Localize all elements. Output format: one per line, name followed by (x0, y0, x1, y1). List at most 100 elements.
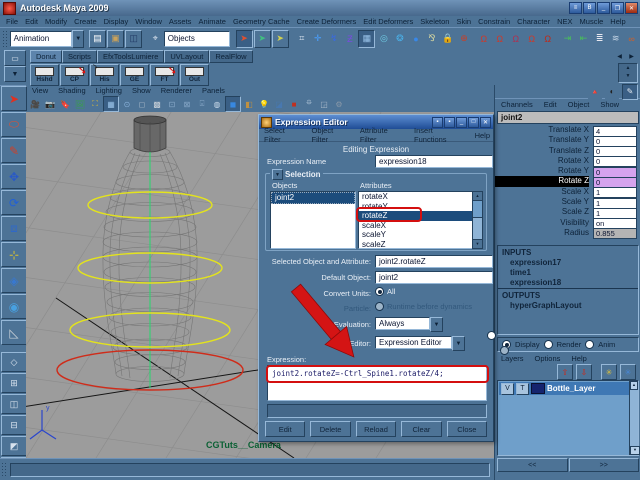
minimize-button[interactable]: _ (597, 2, 610, 14)
textured-mode-icon[interactable]: ◧ (242, 97, 256, 111)
construction-history-list-icon[interactable]: ≣ (592, 30, 608, 47)
render-layers-list-icon[interactable]: ≋ (608, 30, 624, 47)
menu-set-selector[interactable]: Animation (9, 30, 73, 47)
close-button[interactable]: ✕ (625, 2, 638, 14)
layer-list-scrollbar[interactable]: ▲ ▼ (629, 381, 640, 455)
ee-menu-object-filter[interactable]: Object Filter (309, 126, 353, 144)
ee-menu-attribute-filter[interactable]: Attribute Filter (357, 126, 407, 144)
menu-constrain[interactable]: Constrain (476, 16, 512, 27)
layers-help-menu[interactable]: Help (569, 353, 588, 364)
menu-geometry-cache[interactable]: Geometry Cache (231, 16, 292, 27)
channel-box-toggle-icon[interactable]: ✎ (622, 83, 638, 100)
camera-settings-icon[interactable]: ⚙ (332, 97, 346, 111)
shelf-tab-donut[interactable]: Donut (30, 50, 63, 63)
input-connections-icon[interactable]: ⇥ (560, 30, 576, 47)
lock-cursor-icon[interactable]: ⊕ (456, 30, 472, 47)
snap-magnet-2-icon[interactable]: Ω (492, 30, 508, 47)
convert-units-all-radio[interactable] (375, 287, 384, 296)
window-extra-button-1[interactable]: ≡ (569, 2, 582, 14)
snap-plane-icon[interactable]: ▦ (358, 29, 376, 48)
channels-menu[interactable]: Channels (499, 99, 535, 110)
shelf-tab-realflow[interactable]: RealFlow (209, 50, 253, 63)
menu-character[interactable]: Character (515, 16, 552, 27)
objects-list[interactable]: joint2 (270, 191, 356, 249)
four-pane-layout-icon[interactable]: ⊞ (1, 373, 27, 393)
editor-dropdown[interactable]: Expression Editor ▼ (375, 336, 465, 351)
show-manipulator-tool-icon[interactable]: ◉ (1, 294, 27, 319)
new-layer-from-selected-icon[interactable]: ✳ (620, 364, 636, 380)
menu-skin[interactable]: Skin (454, 16, 473, 27)
cb-edit-menu[interactable]: Edit (542, 99, 559, 110)
lasso-tool-icon[interactable]: ⬭ (1, 112, 27, 137)
bottom-grip[interactable] (1, 462, 7, 477)
editor-dropdown-arrow[interactable]: ▼ (452, 336, 465, 351)
grid-toggle-icon[interactable]: ▦ (103, 96, 119, 112)
isolate-select-icon[interactable]: ⯐ (302, 97, 316, 111)
attributes-list-item[interactable]: rotateX (359, 192, 473, 202)
cb-show-menu[interactable]: Show (598, 99, 621, 110)
xray-icon[interactable]: ◲ (317, 97, 331, 111)
menu-create-deformers[interactable]: Create Deformers (295, 16, 359, 27)
use-all-lights-icon[interactable]: 💡 (257, 97, 271, 111)
soft-mod-tool-icon[interactable]: ◈ (1, 268, 27, 293)
menu-assets[interactable]: Assets (167, 16, 194, 27)
gate-mask-icon[interactable]: ▩ (150, 97, 164, 111)
snap-magnet-1-icon[interactable]: Ω (476, 30, 492, 47)
evaluation-dropdown-arrow[interactable]: ▼ (430, 317, 443, 332)
input-item[interactable]: expression18 (498, 277, 638, 289)
shelf-button-ft[interactable]: FT ➘ (150, 64, 179, 86)
rotate-tool-icon[interactable]: ⟳ (1, 190, 27, 215)
shelf-button-ge[interactable]: GE (120, 64, 149, 86)
link-icon[interactable]: ∞ (624, 30, 640, 47)
paint-select-tool-icon[interactable]: ✎ (1, 138, 27, 163)
save-scene-icon[interactable]: ◫ (125, 29, 143, 48)
persp-graph-layout-icon[interactable]: ⊟ (1, 415, 27, 435)
shelf-button-cp[interactable]: CP ➘ (60, 64, 89, 86)
shelf-button-his[interactable]: His ◝ (90, 63, 119, 86)
move-layer-down-icon[interactable]: ⇩ (576, 364, 592, 380)
shelf-scroll-right-icon[interactable]: ▶ (626, 51, 637, 61)
selection-collapse-icon[interactable]: ▼ (272, 169, 283, 180)
evaluation-dropdown[interactable]: Always ▼ (375, 317, 443, 332)
output-item[interactable]: hyperGraphLayout (498, 300, 638, 310)
menu-window[interactable]: Window (133, 16, 164, 27)
move-tool-icon[interactable]: ✥ (1, 164, 27, 189)
menu-modify[interactable]: Modify (43, 16, 69, 27)
persp-outliner-layout-icon[interactable]: ◫ (1, 394, 27, 414)
select-camera-icon[interactable]: 📷 (43, 97, 57, 111)
film-gate-icon[interactable]: ⊙ (120, 97, 134, 111)
shelf-scroll-left-icon[interactable]: ◀ (614, 51, 625, 61)
ee-menu-insert-functions[interactable]: Insert Functions (411, 126, 468, 144)
menu-animate[interactable]: Animate (196, 16, 228, 27)
menu-muscle[interactable]: Muscle (578, 16, 606, 27)
attributes-list-item[interactable]: scaleX (359, 221, 473, 231)
render-globe-icon[interactable]: ● (408, 30, 424, 47)
ee-close-button[interactable]: ✕ (480, 116, 491, 128)
wireframe-mode-icon[interactable]: ◍ (210, 97, 224, 111)
panel-menu-panels[interactable]: Panels (200, 85, 227, 96)
panel-menu-lighting[interactable]: Lighting (94, 85, 124, 96)
object-mode-icon[interactable]: ➤ (253, 29, 271, 48)
delete-button[interactable]: Delete (310, 421, 351, 437)
safe-title-icon[interactable]: ⌻ (195, 97, 209, 111)
last-tool-icon[interactable]: ◺ (1, 320, 27, 345)
new-empty-layer-icon[interactable]: ✳ (601, 364, 617, 380)
layer-row[interactable]: V T Bottle_Layer (499, 382, 629, 395)
panel-menu-shading[interactable]: Shading (56, 85, 88, 96)
menu-help[interactable]: Help (608, 16, 627, 27)
window-extra-button-2[interactable]: B (583, 2, 596, 14)
layer-name[interactable]: Bottle_Layer (547, 384, 595, 393)
default-object-input[interactable]: joint2 (375, 271, 493, 284)
attributes-list-item[interactable]: scaleY (359, 230, 473, 240)
layer-template-toggle[interactable]: T (516, 382, 529, 395)
lock-icon[interactable]: 🔒 (440, 30, 456, 47)
snap-grid-icon[interactable]: ✛ (310, 30, 326, 47)
menu-display[interactable]: Display (102, 16, 131, 27)
menu-edit[interactable]: Edit (23, 16, 40, 27)
menu-nex[interactable]: NEX (555, 16, 574, 27)
shelf-menu-button[interactable]: ▼ (4, 66, 26, 82)
field-chart-icon[interactable]: ⊡ (165, 97, 179, 111)
tool-settings-toggle-icon[interactable]: ◐ (605, 84, 619, 99)
make-live-icon[interactable]: ◎ (376, 30, 392, 47)
shaded-mode-icon[interactable]: ◼ (225, 96, 241, 112)
